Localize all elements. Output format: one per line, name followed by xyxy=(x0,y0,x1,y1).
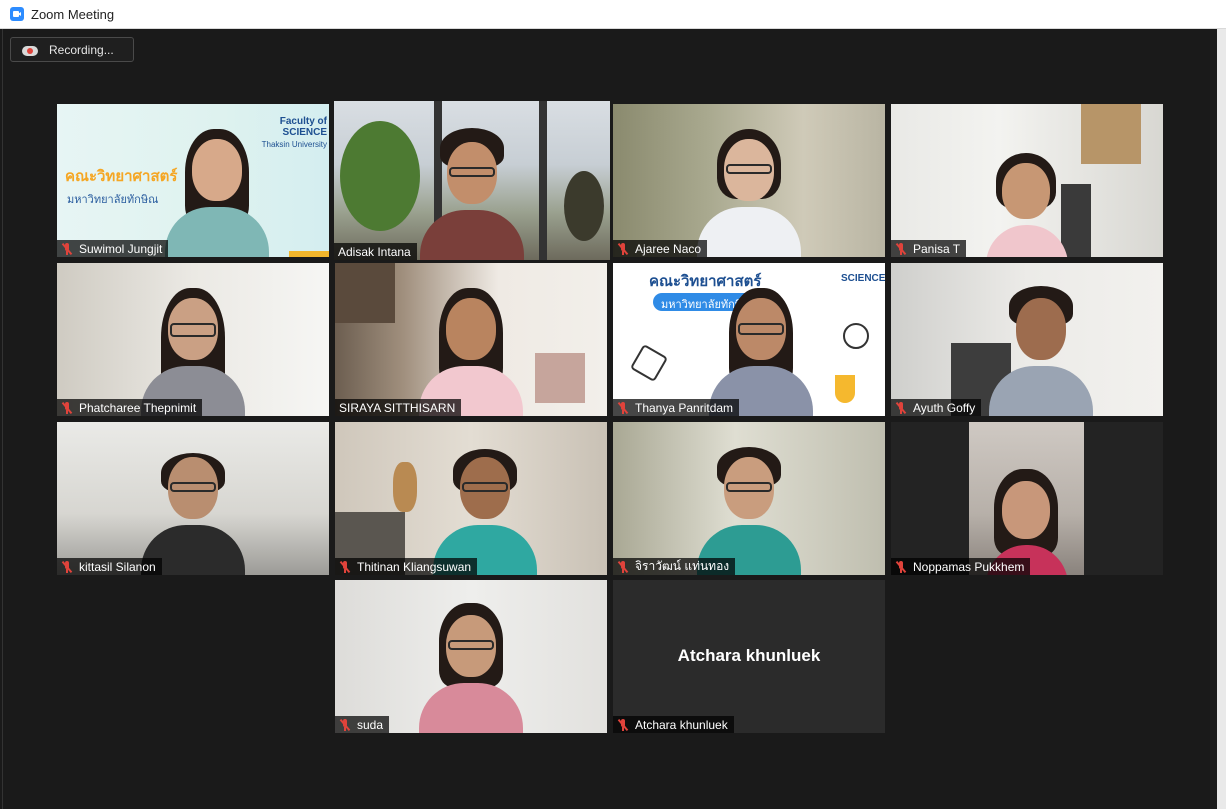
mic-muted-icon xyxy=(61,401,73,414)
participant-name-tag: Phatcharee Thepnimit xyxy=(57,399,203,416)
mic-muted-icon xyxy=(61,242,73,255)
participant-video xyxy=(411,593,531,733)
participant-video xyxy=(981,276,1101,416)
video-off-name: Atchara khunluek xyxy=(677,646,821,665)
participant-name-tag: kittasil Silanon xyxy=(57,558,162,575)
mic-muted-icon xyxy=(339,560,351,573)
participant-name: Noppamas Pukkhem xyxy=(913,559,1025,574)
mic-muted-icon xyxy=(617,242,629,255)
cloud-recording-icon xyxy=(22,44,38,56)
participant-video xyxy=(412,120,532,260)
video-tile-suwimol[interactable]: คณะวิทยาศาสตร์ มหาวิทยาลัยทักษิณ Faculty… xyxy=(57,104,329,257)
participant-name-tag: SIRAYA SITTHISARN xyxy=(335,399,462,416)
participant-name: Thitinan Kliangsuwan xyxy=(357,559,472,574)
zoom-window: Zoom Meeting Recording... คณะวิทยาศาสตร์… xyxy=(0,0,1226,809)
video-tile-ayuth[interactable]: Ayuth Goffy xyxy=(891,263,1163,416)
mic-muted-icon xyxy=(895,560,907,573)
mic-muted-icon xyxy=(617,560,629,573)
mic-muted-icon xyxy=(895,401,907,414)
mic-muted-icon xyxy=(617,401,629,414)
participant-video xyxy=(133,276,253,416)
participant-name-tag: Adisak Intana xyxy=(334,243,417,260)
participant-name: Panisa T xyxy=(913,241,961,256)
window-title: Zoom Meeting xyxy=(31,6,115,22)
mic-muted-icon xyxy=(617,718,629,731)
participant-name-tag: Suwimol Jungjit xyxy=(57,240,169,257)
title-bar: Zoom Meeting xyxy=(0,0,1226,29)
video-tile-atchara[interactable]: Atchara khunluek Atchara khunluek xyxy=(613,580,885,733)
participant-name: Ayuth Goffy xyxy=(913,400,976,415)
participant-name: kittasil Silanon xyxy=(79,559,156,574)
mic-muted-icon xyxy=(895,242,907,255)
participant-name: Thanya Panritdam xyxy=(635,400,734,415)
recording-label: Recording... xyxy=(49,42,114,57)
participant-name: จิราวัฒน์ แท่นทอง xyxy=(635,559,730,573)
video-tile-panisa[interactable]: Panisa T xyxy=(891,104,1163,257)
participant-name: Atchara khunluek xyxy=(635,717,728,732)
video-tile-noppamas[interactable]: Noppamas Pukkhem xyxy=(891,422,1163,575)
participant-name: Ajaree Naco xyxy=(635,241,702,256)
banner-subtitle: มหาวิทยาลัยทักษิณ xyxy=(67,194,159,206)
video-tile-adisak[interactable]: Adisak Intana xyxy=(334,101,610,260)
participant-name-tag: Thanya Panritdam xyxy=(613,399,740,416)
video-tile-thanya[interactable]: คณะวิทยาศาสตร์ มหาวิทยาลัยทักษิณ SCIENCE… xyxy=(613,263,885,416)
video-tile-thitinan[interactable]: Thitinan Kliangsuwan xyxy=(335,422,607,575)
video-tile-jirawat[interactable]: จิราวัฒน์ แท่นทอง xyxy=(613,422,885,575)
participant-video xyxy=(411,276,531,416)
participant-name: Adisak Intana xyxy=(338,244,411,259)
participant-name: suda xyxy=(357,717,384,732)
participant-name-tag: Panisa T xyxy=(891,240,967,257)
participant-name-tag: Noppamas Pukkhem xyxy=(891,558,1031,575)
video-tile-ajaree[interactable]: Ajaree Naco xyxy=(613,104,885,257)
video-tile-suda[interactable]: suda xyxy=(335,580,607,733)
participant-video xyxy=(157,117,277,257)
mic-muted-icon xyxy=(61,560,73,573)
participant-name: Suwimol Jungjit xyxy=(79,241,163,256)
participant-video xyxy=(689,117,809,257)
participant-name: SIRAYA SITTHISARN xyxy=(339,400,456,415)
participant-video xyxy=(133,435,253,575)
participant-name-tag: Thitinan Kliangsuwan xyxy=(335,558,478,575)
banner-logo: SCIENCE xyxy=(841,273,885,284)
zoom-app-icon xyxy=(10,7,24,21)
mic-muted-icon xyxy=(339,718,351,731)
participant-video xyxy=(982,147,1072,257)
participant-name-tag: Ayuth Goffy xyxy=(891,399,982,416)
participant-video xyxy=(701,276,821,416)
video-tile-siraya[interactable]: SIRAYA SITTHISARN xyxy=(335,263,607,416)
recording-indicator[interactable]: Recording... xyxy=(10,37,134,62)
participant-name-tag: Ajaree Naco xyxy=(613,240,708,257)
video-tile-phatcharee[interactable]: Phatcharee Thepnimit xyxy=(57,263,329,416)
window-edge xyxy=(1217,29,1226,809)
video-tile-kittasil[interactable]: kittasil Silanon xyxy=(57,422,329,575)
participant-name-tag: จิราวัฒน์ แท่นทอง xyxy=(613,558,736,575)
participant-name-tag: suda xyxy=(335,716,390,733)
participant-video xyxy=(425,435,545,575)
participant-video xyxy=(689,435,809,575)
participant-name: Phatcharee Thepnimit xyxy=(79,400,197,415)
participant-name-tag: Atchara khunluek xyxy=(613,716,734,733)
